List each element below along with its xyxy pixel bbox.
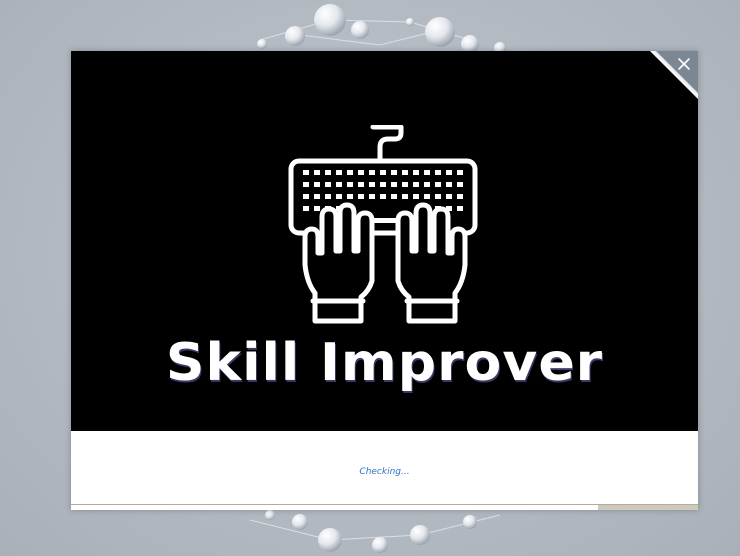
- close-icon[interactable]: [650, 51, 698, 99]
- product-title: Skill Improver: [165, 333, 604, 393]
- splash-banner: Skill Improver: [71, 51, 698, 431]
- progress-bar-fill: [71, 505, 598, 510]
- keyboard-typing-hands-icon: [288, 125, 478, 324]
- status-text: Checking...: [359, 467, 410, 477]
- progress-bar: [71, 504, 698, 510]
- close-button[interactable]: [650, 51, 698, 99]
- status-panel: Checking...: [71, 431, 698, 504]
- installer-splash-window: Skill Improver Checking...: [71, 51, 698, 510]
